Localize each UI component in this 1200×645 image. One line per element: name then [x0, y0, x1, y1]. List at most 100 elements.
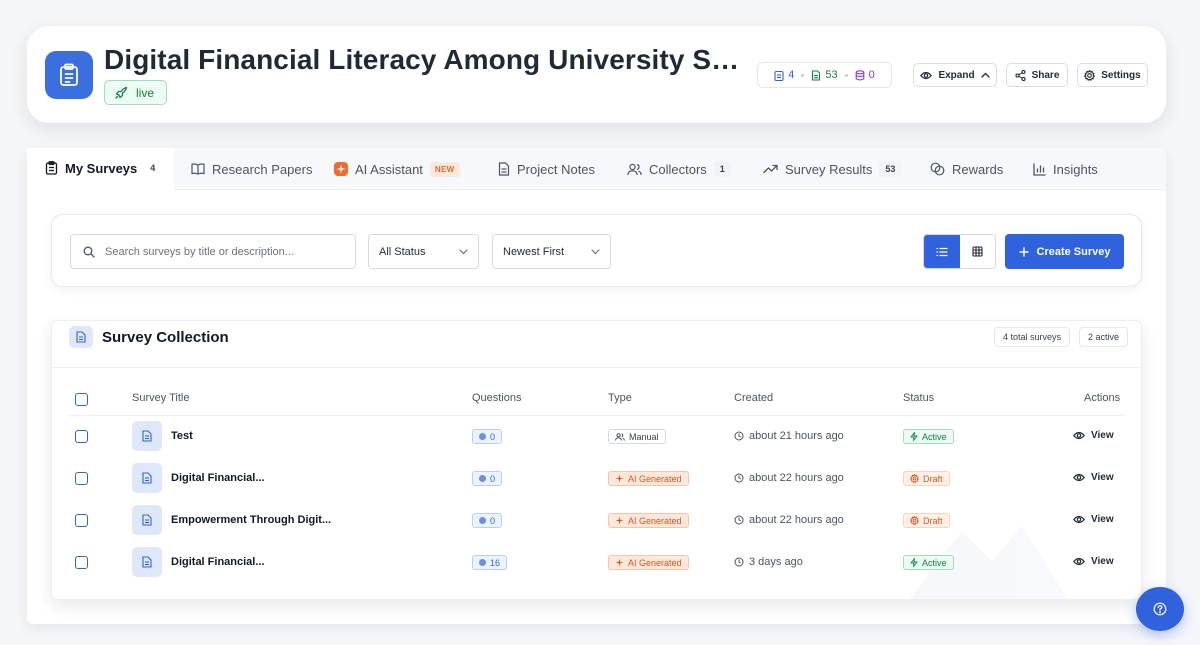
clipboard-icon: [45, 51, 93, 99]
document-icon: [132, 463, 162, 493]
column-header: Actions: [1084, 392, 1121, 404]
eye-icon: [1073, 431, 1085, 440]
settings-button[interactable]: Settings: [1077, 63, 1148, 87]
book-icon: [191, 163, 205, 175]
circle-icon: [479, 517, 486, 524]
ai-sparkle-icon: [615, 516, 624, 525]
tab-ai-assistant[interactable]: AI Assistant NEW: [334, 148, 460, 190]
list-icon: [936, 247, 948, 257]
table-row[interactable]: Test 0 Manual about 21 hours ago Active …: [52, 419, 1141, 459]
tab-label: Survey Results: [785, 161, 873, 177]
tab-collectors[interactable]: Collectors 1: [627, 148, 731, 190]
gear-icon: [1084, 69, 1096, 81]
tab-label: Insights: [1053, 161, 1098, 177]
select-all-checkbox[interactable]: [75, 393, 88, 406]
document-icon: [811, 69, 821, 81]
view-button[interactable]: View: [1073, 430, 1114, 441]
questions-badge: 0: [472, 429, 503, 444]
column-header[interactable]: Created: [734, 392, 773, 404]
tab-project-notes[interactable]: Project Notes: [498, 148, 595, 190]
status-badge: Active: [903, 555, 954, 570]
status-filter-value: All Status: [379, 245, 426, 258]
status-badge: Draft: [903, 513, 950, 528]
users-icon: [615, 432, 625, 441]
table-row[interactable]: Empowerment Through Digit... 0 AI Genera…: [52, 503, 1141, 543]
type-badge: AI Generated: [608, 471, 689, 486]
list-view-button[interactable]: [924, 235, 960, 268]
search-input[interactable]: [105, 245, 345, 258]
type-badge: AI Generated: [608, 555, 689, 570]
tab-label: Rewards: [952, 161, 1004, 177]
row-checkbox[interactable]: [75, 430, 88, 443]
lightning-icon: [910, 558, 918, 567]
create-survey-button[interactable]: Create Survey: [1005, 234, 1124, 269]
sort-value: Newest First: [503, 245, 565, 258]
circle-icon: [479, 475, 486, 482]
chevron-down-icon: [591, 248, 600, 255]
database-icon: [855, 69, 865, 81]
total-surveys-chip: 4 total surveys: [994, 327, 1071, 347]
row-checkbox[interactable]: [75, 514, 88, 527]
active-surveys-chip: 2 active: [1079, 327, 1129, 347]
view-button[interactable]: View: [1073, 472, 1114, 483]
tab-count: 1: [713, 161, 731, 177]
tab-research-papers[interactable]: Research Papers: [191, 148, 312, 190]
grid-view-button[interactable]: [960, 235, 996, 268]
share-icon: [1015, 69, 1026, 81]
search-box[interactable]: [70, 234, 356, 269]
eye-icon: [920, 71, 933, 80]
column-header[interactable]: Survey Title: [132, 392, 189, 404]
collection-title: Survey Collection: [102, 329, 229, 346]
project-stats: 4 53 0: [757, 62, 892, 88]
tab-my-surveys[interactable]: My Surveys 4: [27, 148, 174, 190]
column-header[interactable]: Type: [608, 392, 632, 404]
circle-icon: [479, 559, 486, 566]
survey-title[interactable]: Empowerment Through Digit...: [171, 514, 331, 526]
tab-count: 53: [879, 161, 902, 177]
project-title: Digital Financial Literacy Among Univers…: [104, 44, 744, 75]
ai-sparkle-icon: [615, 474, 624, 483]
sort-select[interactable]: Newest First: [492, 234, 611, 269]
survey-title[interactable]: Test: [171, 430, 193, 442]
create-survey-label: Create Survey: [1036, 245, 1111, 258]
share-label: Share: [1031, 69, 1060, 81]
status-filter-select[interactable]: All Status: [368, 234, 479, 269]
survey-collection: Survey Collection 4 total surveys 2 acti…: [51, 320, 1142, 600]
table-row[interactable]: Digital Financial... 16 AI Generated 3 d…: [52, 545, 1141, 585]
table-row[interactable]: Digital Financial... 0 AI Generated abou…: [52, 461, 1141, 501]
status-badge: Draft: [903, 471, 950, 486]
document-icon: [498, 162, 510, 176]
chevron-down-icon: [459, 248, 468, 255]
view-toggle: [923, 234, 996, 269]
help-button[interactable]: [1136, 587, 1184, 631]
view-button[interactable]: View: [1073, 556, 1114, 567]
column-header[interactable]: Status: [903, 392, 934, 404]
expand-button[interactable]: Expand: [913, 63, 997, 87]
survey-title[interactable]: Digital Financial...: [171, 556, 265, 568]
tab-rewards[interactable]: Rewards: [930, 148, 1003, 190]
column-header[interactable]: Questions: [472, 392, 522, 404]
status-badge: live: [104, 80, 168, 105]
plus-icon: [1018, 246, 1029, 257]
trend-up-icon: [763, 164, 778, 174]
tab-survey-results[interactable]: Survey Results 53: [763, 148, 902, 190]
tab-bar: My Surveys 4 Research Papers AI Assistan…: [27, 148, 1166, 190]
type-badge: Manual: [608, 429, 666, 444]
new-badge: NEW: [429, 161, 460, 177]
view-button[interactable]: View: [1073, 514, 1114, 525]
document-icon: [69, 326, 93, 348]
survey-title[interactable]: Digital Financial...: [171, 472, 265, 484]
created-date: about 21 hours ago: [734, 430, 844, 442]
clipboard-icon: [774, 70, 784, 81]
tab-insights[interactable]: Insights: [1033, 148, 1098, 190]
stat-surveys: 4: [788, 69, 795, 81]
created-date: about 22 hours ago: [734, 514, 844, 526]
row-checkbox[interactable]: [75, 472, 88, 485]
survey-toolbar: All Status Newest First: [51, 214, 1142, 287]
eye-icon: [1073, 473, 1085, 482]
created-date: 3 days ago: [734, 556, 803, 568]
share-button[interactable]: Share: [1006, 63, 1068, 87]
tab-label: Research Papers: [212, 161, 313, 177]
tab-count: 4: [144, 160, 162, 176]
row-checkbox[interactable]: [75, 556, 88, 569]
